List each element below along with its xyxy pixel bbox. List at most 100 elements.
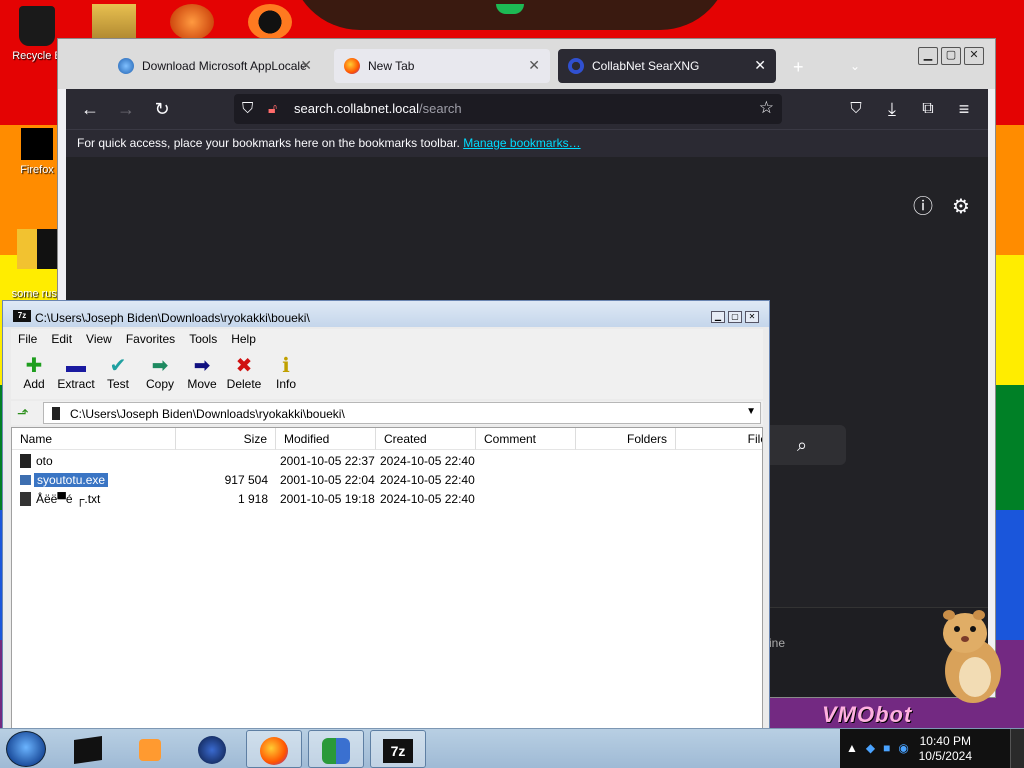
info-icon: ℹ — [282, 355, 290, 377]
gear-icon[interactable]: ⚙ — [949, 195, 973, 219]
shield-icon[interactable]: ⛉ — [242, 100, 253, 117]
info-button[interactable]: ℹ Info — [265, 355, 307, 391]
column-name[interactable]: Name — [12, 428, 176, 450]
new-tab-plus-icon[interactable]: + — [793, 57, 804, 78]
show-desktop-button[interactable] — [1010, 729, 1024, 768]
tool-label: Info — [275, 377, 296, 391]
close-button[interactable]: ✕ — [745, 311, 759, 323]
menu-help[interactable]: Help — [224, 329, 263, 349]
pocket-icon[interactable]: ⛉ — [844, 97, 868, 121]
tool-label: Copy — [145, 377, 174, 391]
move-arrow-icon: ➡ — [193, 355, 211, 377]
menu-edit[interactable]: Edit — [44, 329, 79, 349]
tab-label: Download Microsoft AppLocale — [142, 59, 307, 73]
chevron-down-icon[interactable]: ▼ — [746, 406, 756, 417]
tab-close-icon[interactable]: ✕ — [754, 57, 766, 74]
extensions-icon[interactable]: ⧉ — [916, 97, 940, 121]
file-name: Åëë▀é ┌.txt — [36, 492, 101, 506]
file-list[interactable]: Name Size Modified Created Comment Folde… — [11, 427, 763, 729]
back-arrow-icon[interactable]: ← — [78, 97, 102, 121]
extract-button[interactable]: ▬ Extract — [55, 355, 97, 391]
minimize-button[interactable]: ▁ — [711, 311, 725, 323]
sevenzip-window: 7z C:\Users\Joseph Biden\Downloads\ryoka… — [2, 300, 770, 730]
bookmark-star-icon[interactable]: ☆ — [759, 98, 774, 118]
maximize-button[interactable]: ▢ — [728, 311, 742, 323]
folder-up-icon[interactable]: ⬏ — [17, 405, 35, 421]
tray-icons[interactable]: ▲◆■◉ — [846, 741, 917, 755]
search-icon: ⌕ — [796, 435, 808, 455]
footer-text-fragment: ine — [769, 636, 786, 650]
file-created: 2024-10-05 22:40 — [380, 473, 475, 487]
insecure-lock-icon[interactable]: 🔓︎ — [268, 100, 277, 117]
toolbar: ✚ Add ▬ Extract ✔ Test ➡ Copy ➡ Move ✖ D… — [11, 349, 763, 399]
taskbar-globe-icon[interactable] — [184, 730, 240, 768]
column-size[interactable]: Size — [176, 428, 276, 450]
taskbar-media-player-icon[interactable] — [122, 730, 178, 768]
downloads-icon[interactable]: ⤓ — [880, 97, 904, 121]
manage-bookmarks-link[interactable]: Manage bookmarks… — [463, 136, 580, 150]
clock-date: 10/5/2024 — [918, 749, 972, 763]
path-combobox[interactable]: C:\Users\Joseph Biden\Downloads\ryokakki… — [43, 402, 761, 424]
column-folders[interactable]: Folders — [576, 428, 676, 450]
path-text: C:\Users\Joseph Biden\Downloads\ryokakki… — [70, 407, 345, 421]
column-modified[interactable]: Modified — [276, 428, 376, 450]
copy-button[interactable]: ➡ Copy — [139, 355, 181, 391]
delete-button[interactable]: ✖ Delete — [223, 355, 265, 391]
taskbar-users-icon[interactable] — [308, 730, 364, 768]
clock-time: 10:40 PM — [919, 734, 971, 748]
list-tabs-chevron-icon[interactable]: ⌄ — [850, 59, 860, 73]
bookmarks-hint: For quick access, place your bookmarks h… — [77, 136, 460, 150]
tab-label: CollabNet SearXNG — [592, 59, 700, 73]
tab-close-icon[interactable]: ✕ — [300, 57, 312, 74]
globe-icon — [118, 58, 134, 74]
table-row[interactable]: syoutotu.exe 917 504 2001-10-05 22:04 20… — [12, 471, 762, 490]
tab-new-tab[interactable]: New Tab ✕ — [334, 49, 550, 83]
close-button[interactable]: ✕ — [964, 47, 984, 65]
tab-collabnet-searxng[interactable]: CollabNet SearXNG ✕ — [558, 49, 776, 83]
move-button[interactable]: ➡ Move — [181, 355, 223, 391]
maximize-button[interactable]: ▢ — [941, 47, 961, 65]
url-text: search.collabnet.local/search — [294, 101, 462, 116]
taskbar-7zip-icon[interactable]: 7z — [370, 730, 426, 768]
info-circle-icon[interactable]: ⓘ — [911, 195, 935, 219]
tool-label: Move — [187, 377, 217, 391]
menu-bar: File Edit View Favorites Tools Help — [11, 329, 763, 349]
table-row[interactable]: oto 2001-10-05 22:37 2024-10-05 22:40 — [12, 452, 762, 471]
minimize-button[interactable]: ▁ — [918, 47, 938, 65]
taskbar-firefox-icon[interactable] — [246, 730, 302, 768]
file-created: 2024-10-05 22:40 — [380, 454, 475, 468]
wallpaper-green-dots — [496, 4, 524, 14]
add-button[interactable]: ✚ Add — [13, 355, 55, 391]
taskbar-app-cube-icon[interactable] — [60, 730, 116, 768]
tool-label: Test — [106, 377, 129, 391]
column-created[interactable]: Created — [376, 428, 476, 450]
url-host: search.collabnet.local — [294, 101, 420, 116]
column-files[interactable]: File — [676, 428, 762, 450]
column-comment[interactable]: Comment — [476, 428, 576, 450]
desktop-app-icon-2[interactable] — [248, 4, 292, 40]
start-button-windows-icon[interactable] — [6, 731, 46, 767]
plus-icon: ✚ — [25, 355, 43, 377]
desktop-folder-icon[interactable] — [92, 4, 136, 40]
menu-hamburger-icon[interactable]: ≡ — [952, 97, 976, 121]
tool-label: Delete — [226, 377, 262, 391]
tab-close-icon[interactable]: ✕ — [528, 57, 540, 74]
search-submit-button[interactable]: ⌕ — [758, 425, 846, 465]
system-tray: ▲◆■◉ 10:40 PM 10/5/2024 — [840, 729, 1024, 768]
searxng-search-icon — [568, 58, 584, 74]
folder-icon — [20, 454, 31, 468]
table-row[interactable]: Åëë▀é ┌.txt 1 918 2001-10-05 19:18 2024-… — [12, 490, 762, 509]
clock[interactable]: 10:40 PM 10/5/2024 — [919, 734, 972, 764]
exe-icon — [20, 475, 31, 485]
menu-view[interactable]: View — [79, 329, 119, 349]
reload-icon[interactable]: ↻ — [150, 97, 174, 121]
sevenzip-titlebar: 7z C:\Users\Joseph Biden\Downloads\ryoka… — [3, 301, 769, 327]
menu-file[interactable]: File — [11, 329, 44, 349]
test-button[interactable]: ✔ Test — [97, 355, 139, 391]
tab-download-applocale[interactable]: Download Microsoft AppLocale ✕ — [108, 49, 322, 83]
menu-favorites[interactable]: Favorites — [119, 329, 182, 349]
url-bar[interactable]: ⛉ 🔓︎ search.collabnet.local/search ☆ — [234, 94, 782, 124]
menu-tools[interactable]: Tools — [182, 329, 224, 349]
forward-arrow-icon[interactable]: → — [114, 97, 138, 121]
desktop-app-icon[interactable] — [170, 4, 214, 40]
